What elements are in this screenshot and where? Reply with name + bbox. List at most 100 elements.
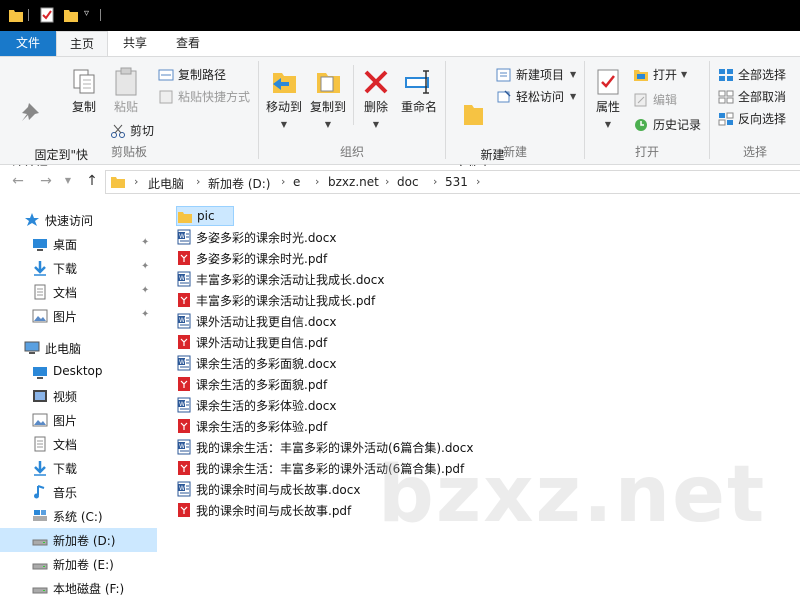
open-folder-icon [634, 70, 648, 81]
breadcrumb-chevron-icon[interactable]: › [433, 175, 437, 188]
nav-pc-item[interactable]: 图片 [0, 408, 157, 432]
nav-pc-item-label: 新加卷 (D:) [53, 534, 116, 548]
select-all-icon [719, 69, 733, 81]
pin-icon [22, 103, 39, 121]
tab-home[interactable]: 主页 [56, 31, 108, 57]
dropdown-arrow-icon[interactable]: ▿ [84, 8, 89, 19]
breadcrumb-item[interactable]: bzxz.net [328, 175, 379, 189]
move-to-button[interactable]: 移动到 ▼ [263, 67, 305, 133]
edit-label: 编辑 [653, 93, 678, 107]
rename-label: 重命名 [400, 100, 437, 114]
forward-arrow-icon[interactable]: → [38, 173, 54, 189]
scissors-icon [111, 124, 125, 138]
tab-share[interactable]: 共享 [110, 31, 160, 56]
organize-inner-separator [353, 65, 354, 125]
folder-icon [111, 177, 125, 188]
breadcrumb-item[interactable]: doc [397, 175, 419, 189]
checklist-icon[interactable] [40, 7, 54, 23]
title-separator [100, 9, 101, 21]
breadcrumb-item[interactable]: 新加卷 (D:) [208, 175, 270, 192]
breadcrumb-chevron-icon[interactable]: › [134, 175, 138, 188]
rename-icon [405, 70, 429, 94]
file-explorer-window: ▿ 文件 主页 共享 查看 固定到"快 速访问" 复制 [0, 0, 800, 600]
up-arrow-icon[interactable]: ↑ [84, 173, 100, 189]
nav-pc-item[interactable]: 文档 [0, 432, 157, 456]
pdf-file-icon [178, 335, 190, 349]
nav-quick-item[interactable]: 图片 ✦ [0, 304, 157, 328]
nav-pc-item[interactable]: 系统 (C:) [0, 504, 157, 528]
delete-button[interactable]: 删除 ▼ [359, 67, 393, 133]
watermark: bzxz.net [378, 450, 767, 540]
delete-label: 删除 [363, 100, 388, 114]
document-icon [34, 436, 46, 452]
select-group-label: 选择 [742, 145, 767, 159]
word-document-icon: W [177, 439, 191, 455]
properties-button[interactable]: 属性 ▼ [591, 67, 625, 133]
pin-icon[interactable]: ✦ [141, 261, 149, 272]
pdf-file-icon [178, 461, 190, 475]
navigation-pane: 快速访问 桌面 ✦ 下载 ✦ 文档 ✦ 图片 ✦ 此电脑 Desktop 视频 图片 文档 下载 音乐 系统 (… [0, 198, 160, 600]
organize-group: 移动到 ▼ 复制到 ▼ 删除 ▼ 重命名 组织 [259, 57, 445, 164]
rename-button[interactable]: 重命名 [397, 67, 441, 115]
paste-button[interactable]: 粘贴 [106, 67, 146, 115]
copy-button[interactable]: 复制 [66, 67, 102, 115]
breadcrumb-chevron-icon[interactable]: › [385, 175, 389, 188]
word-document-icon: W [177, 481, 191, 497]
nav-quick-item[interactable]: 桌面 ✦ [0, 232, 157, 256]
pin-icon[interactable]: ✦ [141, 237, 149, 248]
nav-pc-item-label: 本地磁盘 (F:) [53, 582, 125, 596]
nav-pc-item[interactable]: 新加卷 (E:) [0, 552, 157, 576]
nav-pc-item[interactable]: Desktop [0, 360, 157, 384]
nav-pc-item[interactable]: 视频 [0, 384, 157, 408]
breadcrumb-item[interactable]: 531 [445, 175, 468, 189]
file-item[interactable]: pic [176, 206, 234, 226]
drive-icon [32, 539, 48, 546]
select-none-label: 全部取消 [738, 90, 787, 104]
select-group: 全部选择 全部取消 反向选择 选择 [710, 57, 800, 164]
address-bar[interactable]: › › › › › › › 此电脑 新加卷 (D:) e bzxz.net doc 531 [105, 170, 800, 194]
tab-file[interactable]: 文件 [0, 31, 56, 56]
paste-label: 粘贴 [113, 100, 138, 114]
breadcrumb-item[interactable]: e [293, 175, 300, 189]
nav-quick-item[interactable]: 下载 ✦ [0, 256, 157, 280]
title-separator [28, 9, 29, 21]
pin-icon[interactable]: ✦ [141, 285, 149, 296]
pdf-file-icon [178, 377, 190, 391]
nav-this-pc[interactable]: 此电脑 [0, 336, 157, 360]
invert-selection-icon [718, 112, 734, 126]
breadcrumb-chevron-icon[interactable]: › [476, 175, 480, 188]
copy-to-button[interactable]: 复制到 ▼ [305, 67, 351, 133]
folder-icon[interactable] [9, 7, 23, 23]
folder-icon[interactable] [64, 7, 78, 23]
back-arrow-icon[interactable]: ← [10, 173, 26, 189]
breadcrumb-chevron-icon[interactable]: › [196, 175, 200, 188]
nav-pc-item-label: 新加卷 (E:) [53, 558, 114, 572]
nav-pc-item-label: 视频 [53, 390, 78, 404]
nav-quick-item-label: 文档 [53, 286, 78, 300]
tab-view[interactable]: 查看 [162, 31, 214, 56]
pdf-file-icon [178, 419, 190, 433]
ribbon: 固定到"快 速访问" 复制 粘贴 [0, 56, 800, 178]
recent-locations-icon[interactable]: ▼ [60, 173, 76, 189]
nav-pc-item[interactable]: 本地磁盘 (F:) [0, 576, 157, 600]
nav-pc-item-label: Desktop [53, 364, 103, 378]
video-icon [33, 390, 47, 402]
new-item-icon [496, 68, 511, 82]
nav-pc-item[interactable]: 音乐 [0, 480, 157, 504]
cut-label: 剪切 [130, 124, 155, 138]
breadcrumb-item[interactable]: 此电脑 [148, 175, 184, 192]
breadcrumb-chevron-icon[interactable]: › [281, 175, 285, 188]
svg-text:W: W [179, 485, 185, 492]
pdf-file-icon [178, 293, 190, 307]
svg-text:W: W [179, 275, 185, 282]
nav-quick-item[interactable]: 文档 ✦ [0, 280, 157, 304]
breadcrumb-chevron-icon[interactable]: › [315, 175, 319, 188]
nav-pc-item[interactable]: 新加卷 (D:) [0, 528, 157, 552]
new-folder-icon [464, 105, 483, 125]
nav-pc-item[interactable]: 下载 [0, 456, 157, 480]
select-all-label: 全部选择 [738, 68, 787, 82]
copy-to-icon [317, 73, 340, 93]
drive-icon [33, 510, 47, 521]
pin-icon[interactable]: ✦ [141, 309, 149, 320]
nav-quick-access[interactable]: 快速访问 [0, 208, 157, 232]
